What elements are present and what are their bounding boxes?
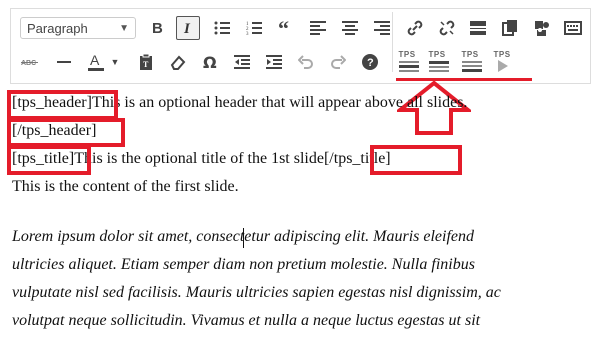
format-select[interactable]: Paragraph ▼ [20, 17, 136, 39]
tps-footer-label: TPS [461, 50, 479, 59]
insert-block-button[interactable] [530, 16, 554, 40]
unlink-button[interactable] [435, 16, 459, 40]
tps-title-bar-3 [429, 70, 449, 72]
link-icon [407, 20, 423, 36]
align-center-button[interactable] [338, 16, 362, 40]
annotation-box-header-close [7, 118, 125, 147]
bulleted-list-icon [214, 21, 230, 35]
svg-text:ABC: ABC [21, 60, 36, 67]
svg-text:?: ? [367, 57, 374, 69]
annotation-box-title-open [7, 145, 91, 175]
annotation-box-title-close [370, 145, 462, 175]
paragraph-line: ultricies aliquet. Etiam semper diam non… [12, 256, 475, 273]
tps-play-button[interactable]: TPS [488, 50, 516, 80]
paste-as-text-button[interactable]: T [134, 50, 158, 74]
redo-icon [331, 55, 346, 69]
tps-footer-bar-3 [462, 69, 482, 72]
paste-copy-button[interactable] [498, 16, 522, 40]
tps-footer-bar-1 [462, 61, 482, 63]
paragraph-line: volutpat neque sollicitudin. Vivamus et … [12, 312, 481, 329]
help-icon: ? [362, 54, 378, 70]
svg-text:3: 3 [246, 32, 249, 36]
copy-icon [502, 20, 517, 36]
italic-icon: I [183, 21, 191, 36]
svg-text:Ω: Ω [203, 54, 217, 70]
tps-header-bar-2 [399, 65, 419, 68]
omega-icon: Ω [203, 54, 217, 70]
align-left-button[interactable] [306, 16, 330, 40]
align-center-icon [342, 21, 358, 35]
svg-text:T: T [143, 60, 149, 69]
strikethrough-button[interactable]: ABC [18, 50, 42, 74]
unlink-icon [439, 20, 455, 36]
tps-footer-bar-2 [462, 65, 482, 67]
undo-icon [298, 55, 313, 69]
title-text: This is the optional title of the 1st sl… [74, 150, 324, 167]
tps-play-label: TPS [493, 50, 511, 59]
annotation-box-header-open [7, 90, 118, 120]
align-left-icon [310, 21, 326, 35]
tps-header-bar-3 [399, 70, 419, 72]
svg-text:A: A [90, 53, 100, 68]
tps-footer-button[interactable]: TPS [456, 50, 484, 80]
svg-text:I: I [183, 21, 191, 36]
horizontal-line-button[interactable] [52, 50, 76, 74]
tps-header-button[interactable]: TPS [393, 50, 421, 80]
indent-icon [266, 55, 282, 69]
puzzle-icon [535, 21, 549, 36]
keyboard-icon [564, 21, 582, 35]
bold-icon: B [152, 20, 163, 36]
svg-text:“: “ [278, 20, 289, 36]
chevron-down-icon: ▼ [119, 22, 129, 34]
toolbar-toggle-button[interactable] [561, 16, 585, 40]
read-more-icon [470, 21, 486, 35]
undo-button[interactable] [294, 50, 318, 74]
tps-title-label: TPS [428, 50, 446, 59]
play-icon [498, 60, 508, 72]
clipboard-icon: T [140, 54, 152, 70]
tps-title-button[interactable]: TPS [423, 50, 451, 80]
paragraph-line: vulputate nisl sed facilisis. Mauris ult… [12, 284, 501, 301]
format-select-value: Paragraph [27, 20, 88, 36]
bold-button[interactable]: B [145, 16, 169, 40]
align-right-icon [374, 21, 390, 35]
keyboard-shortcuts-button[interactable]: ? [358, 50, 382, 74]
redo-button[interactable] [326, 50, 350, 74]
text-color-icon: A [88, 53, 104, 71]
text-color-dropdown[interactable]: ▼ [108, 50, 122, 74]
eraser-icon [170, 55, 186, 70]
clear-formatting-button[interactable] [166, 50, 190, 74]
bulleted-list-button[interactable] [210, 16, 234, 40]
tps-header-label: TPS [398, 50, 416, 59]
tps-title-bar-1 [429, 61, 449, 64]
chevron-down-icon: ▼ [110, 57, 120, 67]
tps-title-bar-2 [429, 66, 449, 68]
strikethrough-icon: ABC [21, 60, 38, 67]
read-more-button[interactable] [466, 16, 490, 40]
insert-link-button[interactable] [403, 16, 427, 40]
svg-text:B: B [152, 20, 163, 36]
tps-header-bar-1 [399, 61, 419, 63]
header-text: This is an optional header that will app… [91, 94, 468, 111]
horizontal-line-icon [57, 61, 71, 63]
special-character-button[interactable]: Ω [198, 50, 222, 74]
text-cursor [243, 228, 244, 248]
indent-button[interactable] [262, 50, 286, 74]
outdent-icon [234, 55, 250, 69]
blockquote-icon: “ [278, 20, 289, 36]
outdent-button[interactable] [230, 50, 254, 74]
italic-button[interactable]: I [176, 16, 200, 40]
text-color-button[interactable]: A [84, 50, 108, 74]
numbered-list-icon: 123 [246, 22, 262, 36]
blockquote-button[interactable]: “ [274, 16, 298, 40]
align-right-button[interactable] [370, 16, 394, 40]
content-line-4: This is the content of the first slide. [12, 178, 239, 195]
numbered-list-button[interactable]: 123 [242, 16, 266, 40]
